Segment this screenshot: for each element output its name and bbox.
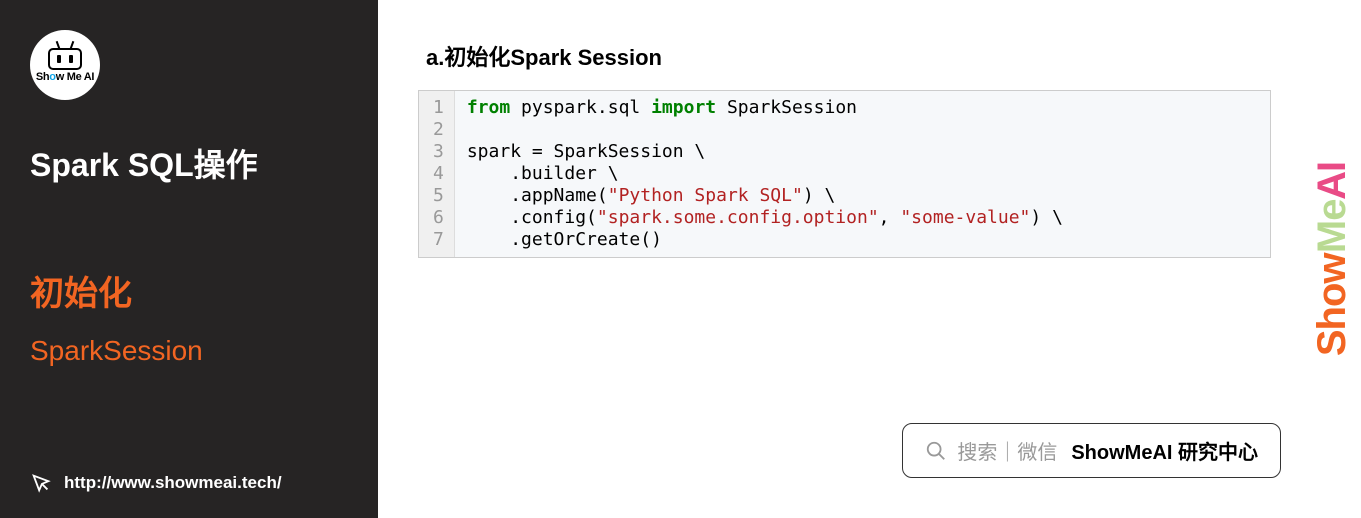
section-title: 初始化 xyxy=(30,266,348,315)
code-content: from pyspark.sql import SparkSession spa… xyxy=(455,91,1075,257)
code-block: 1234567 from pyspark.sql import SparkSes… xyxy=(418,90,1271,258)
cursor-icon xyxy=(30,472,52,494)
footer-link[interactable]: http://www.showmeai.tech/ xyxy=(30,472,282,494)
code-heading: a.初始化Spark Session xyxy=(418,40,1271,72)
logo-face-icon xyxy=(48,48,82,70)
search-icon xyxy=(925,440,947,462)
section-subtitle: SparkSession xyxy=(30,335,348,367)
line-gutter: 1234567 xyxy=(419,91,455,257)
search-brand: ShowMeAI 研究中心 xyxy=(1071,436,1258,465)
watermark: ShowMeAI xyxy=(1310,162,1355,356)
logo-text: Show Me AI xyxy=(36,71,94,83)
sidebar-title: Spark SQL操作 xyxy=(30,140,348,186)
sidebar: Show Me AI Spark SQL操作 初始化 SparkSession … xyxy=(0,0,378,518)
search-box[interactable]: 搜索｜微信 ShowMeAI 研究中心 xyxy=(902,423,1281,478)
footer-url: http://www.showmeai.tech/ xyxy=(64,473,282,493)
logo: Show Me AI xyxy=(30,30,100,100)
main-content: a.初始化Spark Session 1234567 from pyspark.… xyxy=(378,0,1361,518)
search-hint: 搜索｜微信 xyxy=(957,436,1057,465)
